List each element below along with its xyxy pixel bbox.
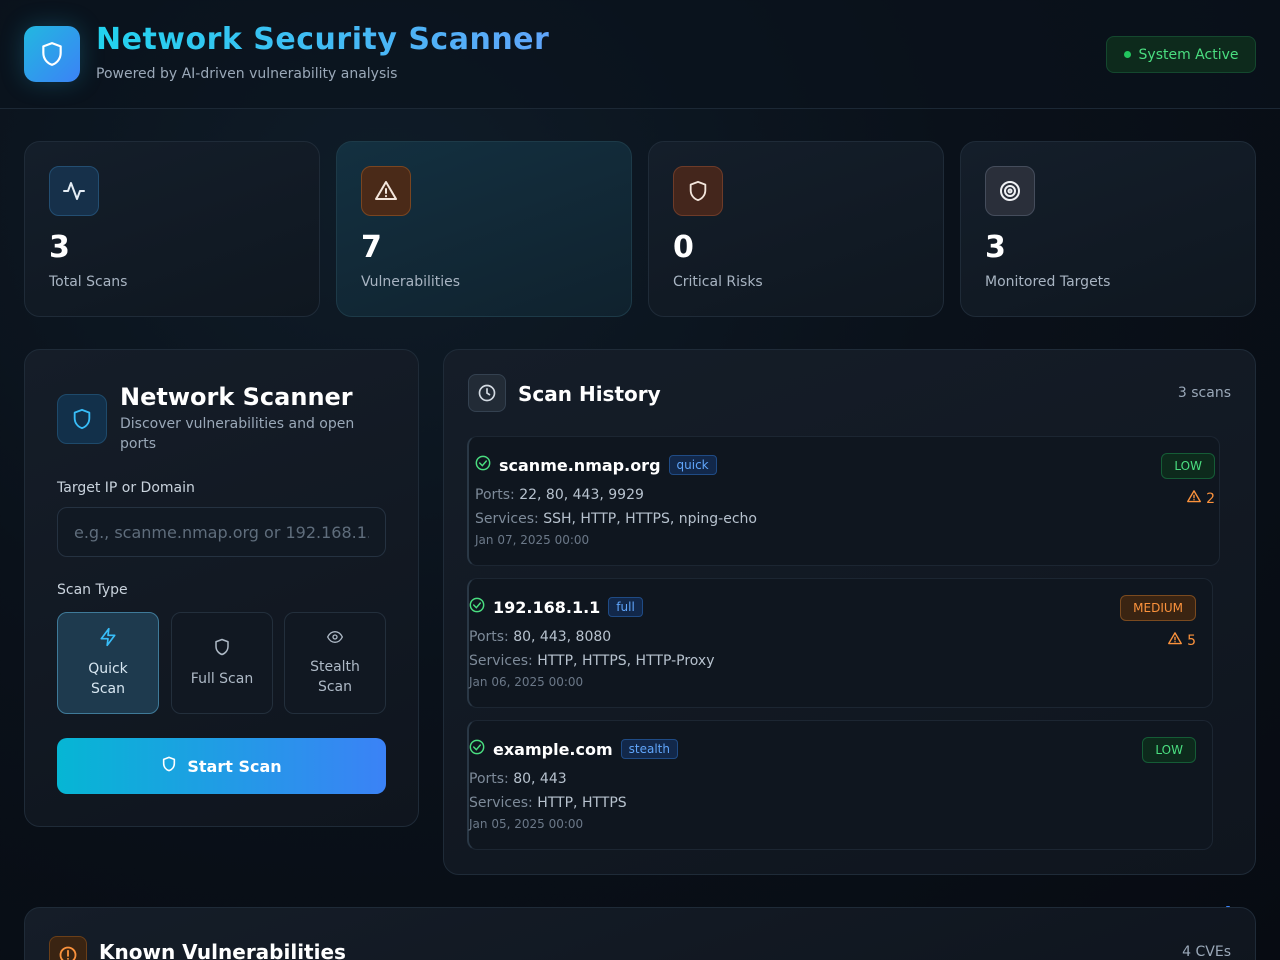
scan-history-item[interactable]: example.com stealth Ports: 80, 443 Servi… [467, 720, 1213, 850]
scanner-title: Network Scanner [120, 383, 353, 411]
start-scan-label: Start Scan [187, 756, 282, 776]
eye-icon [325, 629, 345, 651]
stat-value: 3 [49, 230, 70, 265]
scan-host: scanme.nmap.org [499, 455, 661, 475]
scan-services: Services: HTTP, HTTPS [469, 795, 627, 811]
scan-type-label: Stealth Scan [310, 659, 360, 695]
scan-ports: Ports: 80, 443, 8080 [469, 629, 612, 645]
target-icon [985, 166, 1035, 216]
scan-type-tag: quick [668, 455, 717, 475]
severity-badge: LOW [1161, 453, 1215, 479]
scan-type-label: Scan Type [57, 582, 128, 598]
shield-icon [213, 637, 231, 663]
quick-scan-button[interactable]: Quick Scan [57, 612, 159, 714]
severity-badge: MEDIUM [1120, 595, 1196, 621]
shield-icon [673, 166, 723, 216]
scan-ports: Ports: 22, 80, 443, 9929 [475, 487, 644, 503]
vulnerability-count: 5 [1167, 631, 1196, 650]
target-label: Target IP or Domain [57, 480, 195, 496]
scan-services: Services: HTTP, HTTPS, HTTP-Proxy [469, 653, 715, 669]
stat-value: 3 [985, 230, 1006, 265]
known-vulnerabilities-title: Known Vulnerabilities [99, 940, 346, 960]
shield-icon [24, 26, 80, 82]
stat-label: Vulnerabilities [361, 274, 461, 290]
scan-type-tag: full [608, 597, 643, 617]
lightning-icon [98, 627, 118, 653]
check-circle-icon [475, 455, 491, 475]
network-scanner-panel: Network Scanner Discover vulnerabilities… [24, 349, 419, 827]
warning-icon [1167, 631, 1183, 650]
stealth-scan-button[interactable]: Stealth Scan [284, 612, 386, 714]
shield-icon [161, 755, 177, 777]
vulnerability-count: 2 [1186, 489, 1215, 508]
scan-history-item[interactable]: scanme.nmap.org quick Ports: 22, 80, 443… [467, 436, 1220, 566]
stat-label: Critical Risks [673, 274, 763, 290]
scan-type-tag: stealth [620, 739, 678, 759]
full-scan-button[interactable]: Full Scan [171, 612, 273, 714]
stat-card-total-scans: 3 Total Scans [24, 141, 320, 317]
app-header: Network Security Scanner Powered by AI-d… [0, 0, 1280, 109]
check-circle-icon [469, 739, 485, 759]
shield-icon [57, 394, 107, 444]
history-title: Scan History [518, 382, 661, 406]
status-text: System Active [1138, 46, 1239, 63]
known-vulnerabilities-panel: Known Vulnerabilities 4 CVEs [24, 907, 1256, 960]
warning-icon [1186, 489, 1202, 508]
scan-services: Services: SSH, HTTP, HTTPS, nping-echo [475, 511, 757, 527]
app-subtitle: Powered by AI-driven vulnerability analy… [96, 66, 398, 82]
stat-value: 7 [361, 230, 382, 265]
app-title: Network Security Scanner [96, 22, 550, 57]
check-circle-icon [469, 597, 485, 617]
scan-history-item[interactable]: 192.168.1.1 full Ports: 80, 443, 8080 Se… [467, 578, 1213, 708]
history-count: 3 scans [1177, 385, 1231, 401]
scan-host: example.com [493, 739, 613, 759]
scan-type-label: Full Scan [190, 671, 254, 687]
severity-badge: LOW [1142, 737, 1196, 763]
scan-date: Jan 06, 2025 00:00 [469, 675, 584, 689]
target-input[interactable] [57, 507, 386, 557]
scan-date: Jan 07, 2025 00:00 [475, 533, 590, 547]
status-dot-icon [1123, 51, 1131, 58]
stat-card-monitored-targets: 3 Monitored Targets [960, 141, 1256, 317]
stat-label: Total Scans [49, 274, 128, 290]
stat-card-vulnerabilities: 7 Vulnerabilities [336, 141, 632, 317]
scanner-subtitle: Discover vulnerabilities and open ports [120, 416, 355, 452]
stat-label: Monitored Targets [985, 274, 1111, 290]
start-scan-button[interactable]: Start Scan [57, 738, 386, 794]
scan-type-label: Quick Scan [88, 661, 128, 697]
stat-value: 0 [673, 230, 694, 265]
clock-icon [468, 374, 506, 412]
alert-circle-icon [49, 936, 87, 960]
stat-card-critical-risks: 0 Critical Risks [648, 141, 944, 317]
warning-icon [361, 166, 411, 216]
scan-date: Jan 05, 2025 00:00 [469, 817, 584, 831]
scan-ports: Ports: 80, 443 [469, 771, 567, 787]
cve-count: 4 CVEs [1182, 944, 1231, 960]
system-status-badge: System Active [1106, 36, 1256, 73]
activity-icon [49, 166, 99, 216]
scan-host: 192.168.1.1 [493, 597, 601, 617]
scan-history-panel: Scan History 3 scans scanme.nmap.org qui… [443, 349, 1256, 875]
